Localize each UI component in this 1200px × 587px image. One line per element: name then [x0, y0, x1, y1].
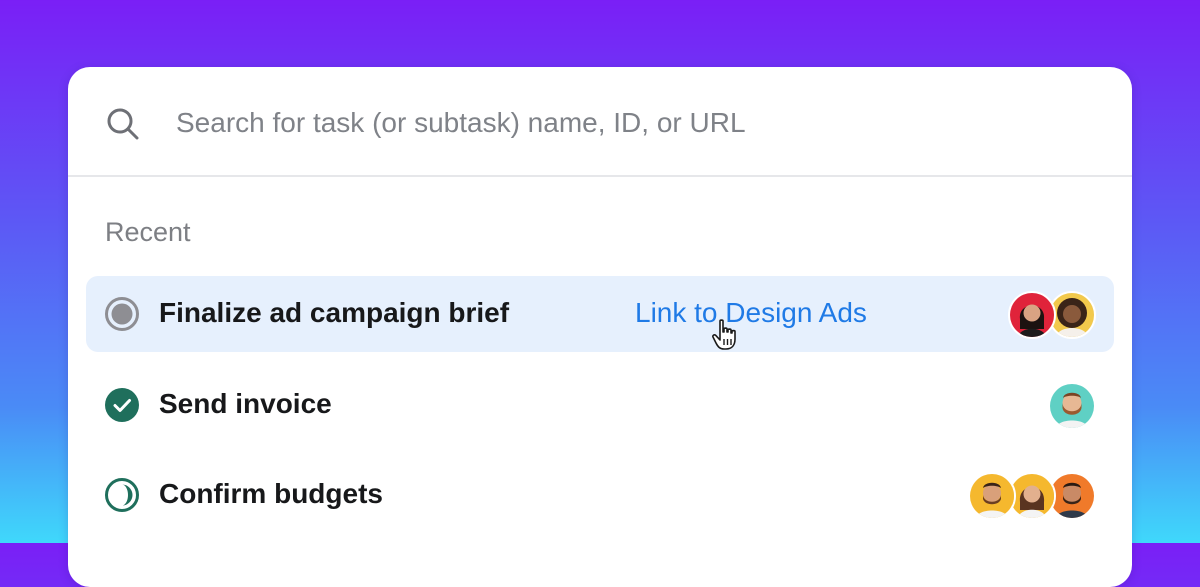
avatar[interactable] — [1048, 382, 1096, 430]
link-to-design-ads-button[interactable]: Link to Design Ads — [635, 297, 867, 329]
assignee-avatars[interactable] — [1048, 382, 1096, 430]
avatar[interactable] — [1008, 291, 1056, 339]
checkmark-status-icon[interactable] — [104, 387, 140, 423]
task-name[interactable]: Finalize ad campaign brief — [159, 297, 509, 329]
recent-section-label: Recent — [105, 217, 191, 247]
task-search-panel: Recent Finalize ad campaign brief Link t… — [68, 67, 1132, 587]
search-icon — [107, 108, 139, 140]
in-progress-status-icon[interactable] — [104, 296, 140, 332]
task-row-send-invoice[interactable]: Send invoice — [86, 367, 1114, 443]
task-row-finalize-ad-campaign-brief[interactable]: Finalize ad campaign brief Link to Desig… — [86, 276, 1114, 352]
task-name[interactable]: Confirm budgets — [159, 478, 383, 510]
search-input[interactable] — [176, 97, 1076, 149]
task-name[interactable]: Send invoice — [159, 388, 332, 420]
assignee-avatars[interactable] — [1008, 291, 1096, 339]
task-row-confirm-budgets[interactable]: Confirm budgets — [86, 457, 1114, 533]
partial-progress-status-icon[interactable] — [104, 477, 140, 513]
assignee-avatars[interactable] — [968, 472, 1096, 520]
avatar[interactable] — [968, 472, 1016, 520]
hand-pointer-icon — [712, 319, 736, 350]
search-bar — [68, 67, 1132, 177]
